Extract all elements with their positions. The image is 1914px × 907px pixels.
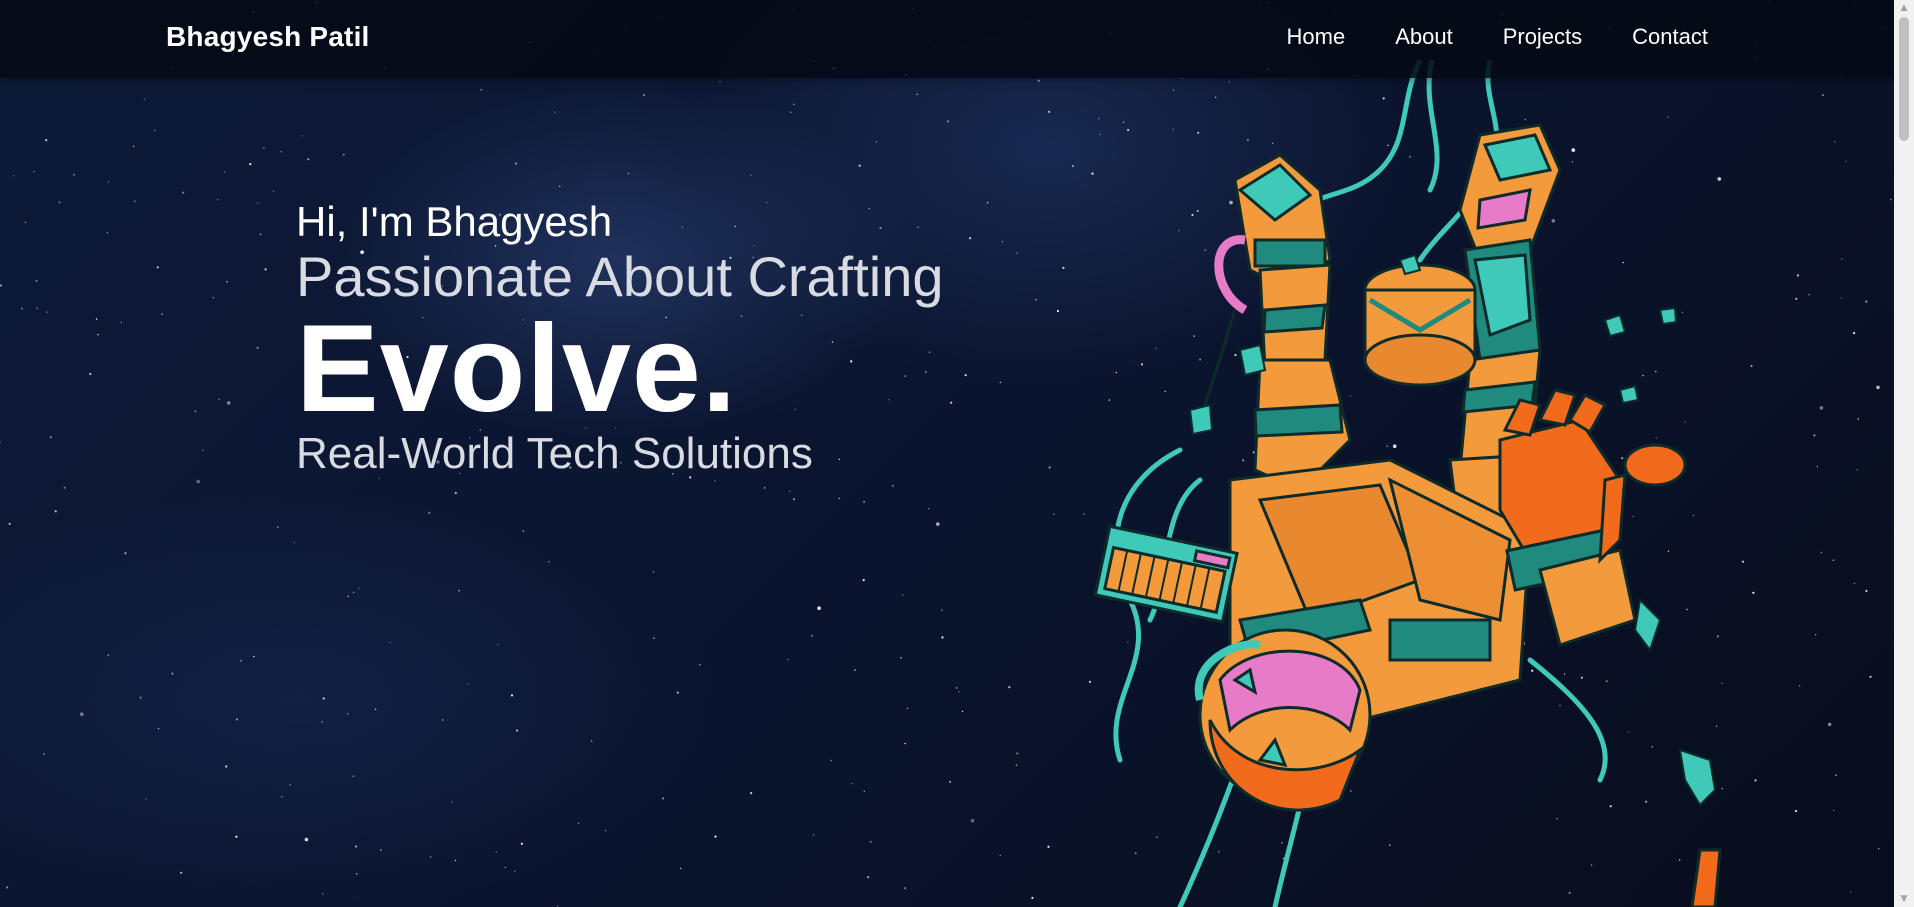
nav-projects-link[interactable]: Projects xyxy=(1503,24,1582,50)
nav-contact-link[interactable]: Contact xyxy=(1632,24,1708,50)
scroll-down-arrow-icon[interactable]: ▼ xyxy=(1894,891,1914,907)
nav-about-link[interactable]: About xyxy=(1395,24,1453,50)
hero-tagline-top: Passionate About Crafting xyxy=(296,245,944,308)
hero-section: Hi, I'm Bhagyesh Passionate About Crafti… xyxy=(296,196,944,480)
brand-logo[interactable]: Bhagyesh Patil xyxy=(166,21,370,53)
nav-home-link[interactable]: Home xyxy=(1287,24,1346,50)
scroll-up-arrow-icon[interactable]: ▲ xyxy=(1894,0,1914,16)
hero-greeting: Hi, I'm Bhagyesh xyxy=(296,198,613,245)
hero-tagline-bottom: Real-World Tech Solutions xyxy=(296,429,813,478)
hero-headline: Evolve. xyxy=(296,300,738,438)
astronaut-illustration xyxy=(1093,60,1722,907)
navbar: Bhagyesh Patil Home About Projects Conta… xyxy=(0,0,1894,78)
scrollbar-thumb[interactable] xyxy=(1899,17,1909,141)
page-scrollbar[interactable]: ▲ ▼ xyxy=(1894,0,1914,907)
main-nav: Home About Projects Contact xyxy=(1287,24,1709,50)
